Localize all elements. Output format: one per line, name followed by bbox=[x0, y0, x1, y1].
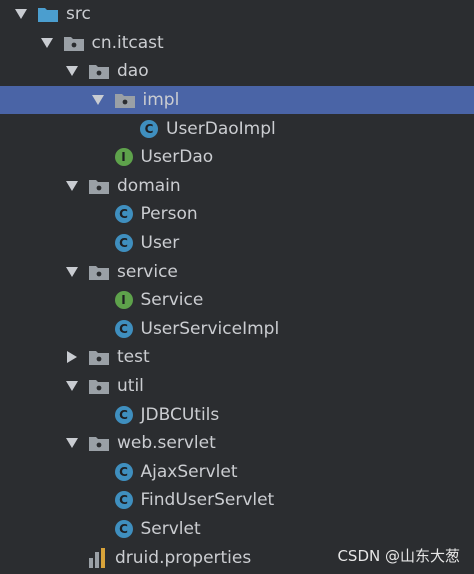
tree-item-label: druid.properties bbox=[115, 547, 252, 568]
tree-item-label: User bbox=[140, 233, 180, 254]
interface-icon: I bbox=[114, 291, 133, 310]
watermark-text: CSDN @山东大葱 bbox=[337, 547, 460, 565]
tree-item-service[interactable]: service bbox=[0, 257, 474, 286]
properties-file-icon bbox=[89, 547, 107, 568]
tree-item-finduserservlet[interactable]: C FindUserServlet bbox=[0, 486, 474, 515]
tree-item-userserviceimpl[interactable]: C UserServiceImpl bbox=[0, 315, 474, 344]
expand-arrow-icon[interactable] bbox=[65, 379, 79, 393]
tree-item-servlet[interactable]: C Servlet bbox=[0, 515, 474, 544]
class-icon: C bbox=[114, 205, 133, 224]
class-icon: C bbox=[114, 491, 133, 510]
tree-item-label: UserDao bbox=[140, 147, 214, 168]
tree-item-label: UserDaoImpl bbox=[166, 118, 276, 139]
tree-item-label: impl bbox=[142, 90, 180, 111]
package-folder-icon bbox=[89, 264, 109, 280]
expand-arrow-icon[interactable] bbox=[65, 179, 79, 193]
tree-item-label: service bbox=[117, 261, 178, 282]
expand-arrow-icon[interactable] bbox=[65, 265, 79, 279]
expand-arrow-icon[interactable] bbox=[65, 64, 79, 78]
class-icon: C bbox=[140, 119, 158, 138]
tree-item-dao[interactable]: dao bbox=[0, 57, 474, 86]
class-icon: C bbox=[114, 405, 133, 424]
tree-item-label: AjaxServlet bbox=[140, 461, 238, 482]
package-folder-icon bbox=[89, 435, 109, 452]
class-icon-glyph: C bbox=[114, 319, 133, 338]
tree-item-label: src bbox=[66, 4, 91, 25]
tree-item-cn-itcast[interactable]: cn.itcast bbox=[0, 29, 474, 58]
expand-arrow-icon[interactable] bbox=[91, 93, 105, 107]
tree-item-label: Person bbox=[140, 204, 198, 225]
class-icon-glyph: C bbox=[114, 519, 133, 538]
class-icon-glyph: C bbox=[114, 234, 133, 253]
tree-item-label: test bbox=[117, 347, 150, 368]
class-icon: C bbox=[114, 234, 133, 253]
package-folder-icon bbox=[89, 378, 109, 395]
class-icon: C bbox=[114, 462, 133, 481]
class-icon-glyph: C bbox=[114, 205, 133, 224]
collapse-arrow-icon[interactable] bbox=[65, 350, 79, 364]
package-folder-icon bbox=[63, 35, 84, 51]
tree-item-label: domain bbox=[117, 175, 181, 196]
package-folder-icon bbox=[89, 349, 109, 366]
tree-item-label: cn.itcast bbox=[91, 32, 164, 53]
expand-arrow-icon[interactable] bbox=[14, 7, 28, 21]
tree-item-label: dao bbox=[117, 61, 149, 82]
class-icon-glyph: C bbox=[114, 491, 133, 510]
tree-item-test[interactable]: test bbox=[0, 343, 474, 372]
tree-item-label: JDBCUtils bbox=[140, 404, 220, 425]
tree-item-userdao[interactable]: I UserDao bbox=[0, 143, 474, 172]
tree-item-service[interactable]: I Service bbox=[0, 286, 474, 315]
tree-item-userdaoimpl[interactable]: C UserDaoImpl bbox=[0, 114, 474, 143]
tree-item-ajaxservlet[interactable]: C AjaxServlet bbox=[0, 458, 474, 487]
tree-item-web-servlet[interactable]: web.servlet bbox=[0, 429, 474, 458]
class-icon-glyph: C bbox=[114, 405, 133, 424]
package-folder-icon bbox=[114, 92, 135, 109]
tree-item-person[interactable]: C Person bbox=[0, 200, 474, 229]
tree-item-src[interactable]: src bbox=[0, 0, 474, 29]
tree-item-impl[interactable]: impl bbox=[0, 85, 474, 115]
interface-icon: I bbox=[114, 148, 133, 167]
source-folder-icon bbox=[38, 6, 58, 23]
tree-item-user[interactable]: C User bbox=[0, 229, 474, 258]
class-icon: C bbox=[114, 519, 133, 538]
tree-item-label: web.servlet bbox=[117, 433, 216, 454]
class-icon-glyph: C bbox=[140, 119, 158, 138]
tree-item-jdbcutils[interactable]: C JDBCUtils bbox=[0, 400, 474, 429]
class-icon: C bbox=[114, 319, 133, 338]
expand-arrow-icon[interactable] bbox=[40, 36, 54, 50]
class-icon-glyph: C bbox=[114, 462, 133, 481]
interface-icon-glyph: I bbox=[114, 148, 133, 167]
tree-item-label: Servlet bbox=[140, 518, 201, 539]
expand-arrow-icon[interactable] bbox=[65, 436, 79, 450]
tree-item-label: Service bbox=[140, 290, 204, 311]
package-folder-icon bbox=[89, 178, 109, 194]
tree-item-label: FindUserServlet bbox=[140, 490, 275, 511]
tree-item-domain[interactable]: domain bbox=[0, 172, 474, 201]
interface-icon-glyph: I bbox=[114, 291, 133, 310]
package-folder-icon bbox=[89, 63, 109, 80]
tree-item-label: util bbox=[117, 376, 144, 397]
tree-item-util[interactable]: util bbox=[0, 372, 474, 401]
project-tree: src cn.itcast dao impl C UserDaoImpl I UserDao d… bbox=[0, 0, 474, 572]
tree-item-label: UserServiceImpl bbox=[140, 318, 280, 339]
